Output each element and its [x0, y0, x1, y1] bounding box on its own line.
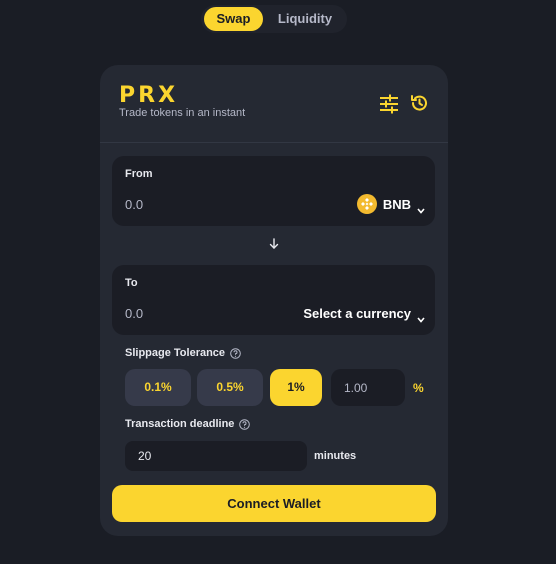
settings-sliders-icon[interactable]	[379, 94, 399, 114]
deadline-label-row: Transaction deadline	[125, 418, 251, 430]
info-icon[interactable]	[239, 418, 251, 430]
chevron-down-icon	[417, 310, 425, 323]
slippage-percent-unit: %	[413, 381, 424, 395]
tab-liquidity[interactable]: Liquidity	[267, 7, 343, 31]
to-label: To	[125, 277, 138, 289]
deadline-unit: minutes	[314, 450, 357, 462]
header-subtitle: Trade tokens in an instant	[119, 107, 246, 119]
tab-swap[interactable]: Swap	[204, 7, 263, 31]
to-amount-input[interactable]	[125, 303, 235, 323]
history-icon[interactable]	[409, 93, 429, 113]
slippage-option-0-5[interactable]: 0.5%	[197, 369, 263, 406]
chevron-down-icon	[417, 201, 425, 214]
slippage-custom-input[interactable]	[331, 369, 405, 406]
from-amount-input[interactable]	[125, 194, 235, 214]
info-icon[interactable]	[230, 347, 241, 359]
swap-liquidity-tabs: Swap Liquidity	[201, 5, 347, 33]
select-currency-label: Select a currency	[303, 305, 411, 321]
from-label: From	[125, 168, 153, 180]
prx-logo: PRX	[119, 83, 179, 108]
arrow-down-icon[interactable]	[269, 237, 279, 249]
slippage-option-1[interactable]: 1%	[270, 369, 322, 406]
slippage-label-row: Slippage Tolerance	[125, 347, 241, 359]
slippage-label: Slippage Tolerance	[125, 347, 226, 359]
swap-card: PRX Trade tokens in an instant From 0.0 …	[100, 65, 448, 536]
from-currency-select[interactable]: BNB	[356, 193, 425, 215]
header-divider	[100, 142, 448, 143]
from-currency-label: BNB	[382, 196, 411, 212]
deadline-input[interactable]	[125, 441, 307, 471]
to-currency-select[interactable]: Select a currency	[303, 302, 425, 324]
slippage-option-0-1[interactable]: 0.1%	[125, 369, 191, 406]
connect-wallet-button[interactable]: Connect Wallet	[112, 485, 436, 522]
deadline-label: Transaction deadline	[125, 418, 235, 430]
bnb-token-icon	[356, 194, 377, 214]
to-panel: To Select a currency	[112, 265, 435, 335]
from-panel: From BNB	[112, 156, 435, 226]
